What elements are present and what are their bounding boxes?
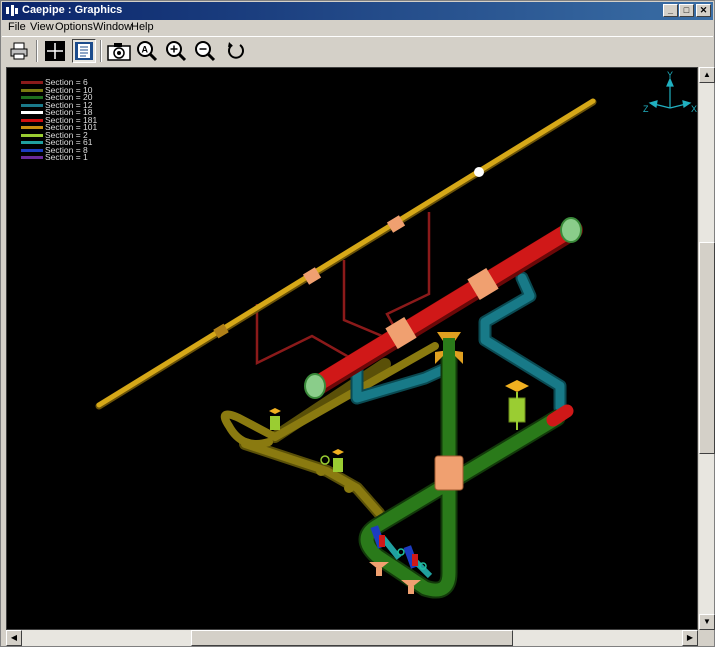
toolbar-separator [36,40,38,62]
chevron-left-icon: ◀ [10,633,18,642]
axis-y-label: Y [667,70,673,80]
axis-triad: Y X Z [643,70,697,114]
maximize-icon: □ [683,5,690,15]
app-icon [6,5,18,16]
zoom-in-button[interactable] [164,39,188,63]
toolbar: A [2,36,713,66]
chevron-down-icon: ▼ [703,617,711,626]
title-bar[interactable]: Caepipe : Graphics _ □ ✕ [2,2,713,20]
print-button[interactable] [7,39,31,63]
scroll-right-button[interactable]: ▶ [682,630,698,646]
left-hanger-1 [269,408,281,430]
maximize-button[interactable]: □ [679,4,694,17]
svg-text:A: A [142,45,149,55]
camera-icon [107,43,131,61]
scroll-corner [698,630,714,646]
printer-icon [10,42,28,60]
minimize-icon: _ [667,5,673,15]
menu-file[interactable]: File [8,21,26,33]
menu-options-label: Options [55,21,93,33]
close-icon: ✕ [699,5,708,15]
menu-options[interactable]: Options [55,21,93,33]
chevron-up-icon: ▲ [703,70,711,79]
graphics-canvas[interactable]: Section = 6 Section = 10 Section = 20 Se… [6,67,698,630]
piping-model: Y X Z [95,70,697,599]
vertical-scroll-thumb[interactable] [699,242,715,454]
scroll-down-button[interactable]: ▼ [699,614,715,630]
scroll-up-button[interactable]: ▲ [699,67,715,83]
menu-view-label: View [30,21,54,33]
rotate-button[interactable] [224,39,248,63]
menu-bar: File View Options Window Help [2,20,713,36]
menu-help[interactable]: Help [131,21,154,33]
menu-window[interactable]: Window [93,21,132,33]
crosshair-button[interactable] [43,39,67,63]
zoom-in-icon [166,41,187,62]
crosshair-icon [45,41,65,61]
menu-view[interactable]: View [30,21,54,33]
menu-window-label: Window [93,21,133,33]
zoom-a-icon: A [137,41,158,62]
graphics-window: Caepipe : Graphics _ □ ✕ File View Optio… [0,0,715,647]
toolbar-separator [100,40,102,62]
scroll-left-button[interactable]: ◀ [6,630,22,646]
right-hanger [505,380,529,430]
rotate-icon [228,42,244,59]
top-valve [435,332,463,364]
snapshot-button[interactable] [107,39,131,63]
vertical-scrollbar[interactable]: ▲ ▼ [698,67,715,630]
chevron-right-icon: ▶ [686,633,694,642]
notes-button[interactable] [72,39,96,63]
menu-file-label: File [8,21,26,33]
zoom-window-button[interactable]: A [135,39,159,63]
axis-x-label: X [691,104,697,114]
zoom-out-icon [195,41,216,62]
horizontal-scrollbar[interactable]: ◀ ▶ [6,630,698,646]
minimize-button[interactable]: _ [663,4,678,17]
document-icon [75,42,93,60]
menu-help-label: Help [131,21,154,33]
zoom-out-button[interactable] [193,39,217,63]
axis-z-label: Z [643,104,649,114]
horizontal-scroll-thumb[interactable] [191,630,513,646]
window-title: Caepipe : Graphics [22,4,123,16]
close-button[interactable]: ✕ [696,4,711,17]
